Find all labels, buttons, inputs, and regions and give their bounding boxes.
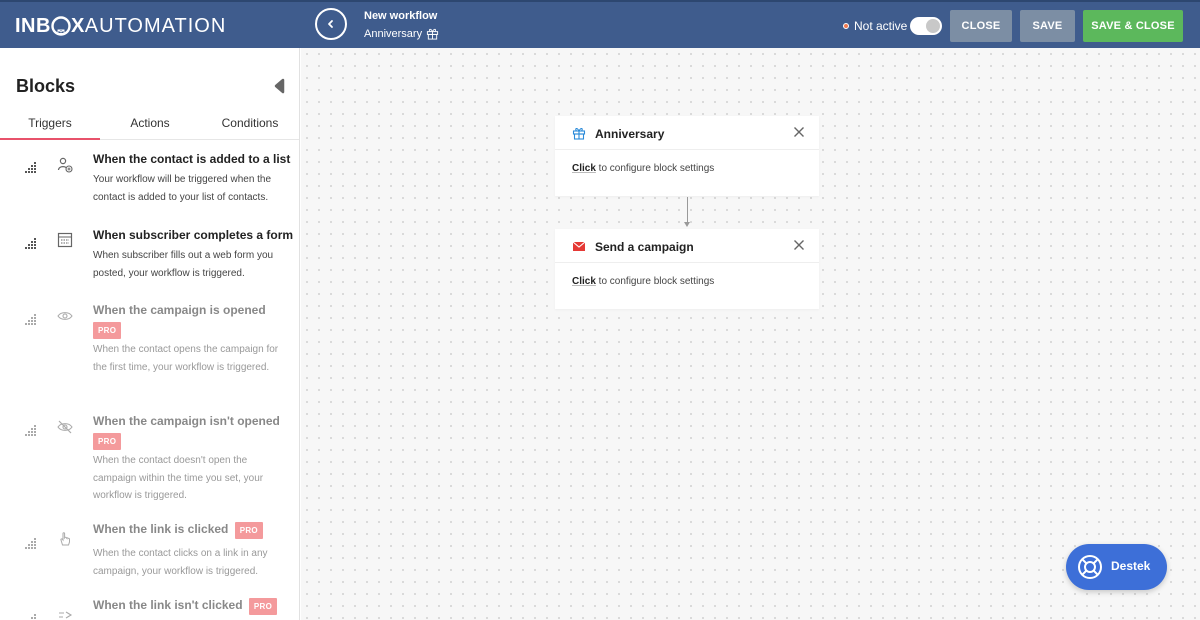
block-title: Anniversary — [595, 127, 665, 141]
toggle-knob — [926, 19, 940, 33]
gift-icon — [572, 128, 586, 140]
pro-badge-label: PRO — [93, 433, 122, 450]
user-add-icon — [57, 157, 73, 173]
workflow-name-row[interactable]: Anniversary — [364, 27, 439, 40]
blocks-sidebar: Blocks Triggers Actions Conditions When … — [0, 48, 300, 620]
status-dot-icon — [843, 23, 849, 29]
logo-text-x: X — [70, 14, 85, 37]
logo-envelope-icon — [51, 16, 71, 36]
logo-text-bold: INB — [15, 14, 51, 37]
trigger-description: When the contact doesn't open the campai… — [93, 455, 264, 501]
drag-handle-icon[interactable] — [25, 238, 37, 249]
configure-link[interactable]: Click — [572, 163, 596, 174]
trigger-title: When the contact is added to a list — [93, 152, 291, 166]
collapse-sidebar-icon[interactable] — [272, 78, 286, 94]
top-bar: INB X AUTOMATION New workflow Anniversar… — [0, 0, 1200, 48]
trigger-title: When the link isn't clicked — [93, 598, 243, 612]
drag-handle-icon[interactable] — [25, 162, 37, 173]
logo-text-light: AUTOMATION — [84, 14, 227, 37]
block-title: Send a campaign — [595, 240, 694, 254]
pro-badge: PRO — [93, 431, 122, 450]
trigger-title-row: When the link isn't clicked PRO — [93, 598, 278, 615]
chevron-left-icon — [328, 20, 333, 28]
block-tabs: Triggers Actions Conditions — [0, 110, 299, 140]
trigger-title: When the link is clicked — [93, 522, 229, 536]
lifebuoy-icon — [1078, 555, 1102, 579]
tab-actions[interactable]: Actions — [100, 110, 200, 140]
envelope-icon — [572, 241, 586, 251]
save-and-close-button[interactable]: SAVE & CLOSE — [1083, 10, 1183, 42]
block-hint: to configure block settings — [595, 163, 715, 174]
save-button[interactable]: SAVE — [1020, 10, 1075, 42]
workflow-name[interactable]: Anniversary — [364, 28, 422, 40]
brand-logo: INB X AUTOMATION — [15, 14, 226, 38]
link-off-icon — [59, 611, 73, 619]
pro-badge: PRO — [93, 320, 122, 339]
pro-badge: PRO — [248, 598, 278, 615]
gift-icon — [427, 28, 439, 40]
connector-arrow-icon — [684, 222, 690, 227]
drag-handle-icon[interactable] — [25, 314, 37, 325]
trigger-title-row: When the link is clicked PRO — [93, 522, 263, 539]
pointer-icon — [60, 532, 70, 546]
eye-icon — [57, 312, 73, 320]
workflow-canvas[interactable]: Anniversary Click to configure block set… — [301, 48, 1200, 620]
block-header: Send a campaign — [555, 229, 819, 263]
trigger-description: When the contact clicks on a link in any… — [93, 548, 268, 577]
block-connector — [687, 197, 688, 225]
block-hint: to configure block settings — [595, 276, 715, 287]
sidebar-title: Blocks — [16, 76, 76, 96]
block-body: Click to configure block settings — [572, 276, 714, 287]
trigger-description: When subscriber fills out a web form you… — [93, 250, 274, 279]
form-icon — [57, 232, 73, 248]
drag-handle-icon[interactable] — [25, 614, 37, 620]
drag-handle-icon[interactable] — [25, 425, 37, 436]
block-header: Anniversary — [555, 116, 819, 150]
configure-link[interactable]: Click — [572, 276, 596, 287]
support-button[interactable]: Destek — [1066, 544, 1167, 590]
pro-badge: PRO — [234, 522, 263, 539]
trigger-title: When subscriber completes a form — [93, 228, 294, 242]
trigger-description: Your workflow will be triggered when the… — [93, 174, 272, 203]
support-label: Destek — [1111, 559, 1151, 573]
tab-conditions[interactable]: Conditions — [200, 110, 299, 140]
workflow-block-send-campaign[interactable]: Send a campaign Click to configure block… — [555, 229, 819, 309]
active-toggle[interactable] — [910, 17, 942, 35]
block-body: Click to configure block settings — [572, 163, 714, 174]
workflow-block-anniversary[interactable]: Anniversary Click to configure block set… — [555, 116, 819, 196]
tab-triggers[interactable]: Triggers — [0, 110, 100, 140]
pro-badge-label: PRO — [93, 322, 122, 339]
eye-off-icon — [57, 420, 73, 434]
workflow-title: New workflow — [364, 10, 438, 22]
trigger-title: When the campaign isn't opened — [93, 414, 280, 428]
close-icon[interactable] — [793, 126, 805, 138]
close-icon[interactable] — [793, 239, 805, 251]
status-indicator: Not active — [843, 19, 907, 33]
back-button[interactable] — [315, 8, 347, 40]
trigger-title: When the campaign is opened — [93, 303, 266, 317]
status-text: Not active — [854, 19, 908, 33]
drag-handle-icon[interactable] — [25, 538, 37, 549]
close-button[interactable]: CLOSE — [950, 10, 1012, 42]
trigger-description: When the contact opens the campaign for … — [93, 344, 279, 373]
